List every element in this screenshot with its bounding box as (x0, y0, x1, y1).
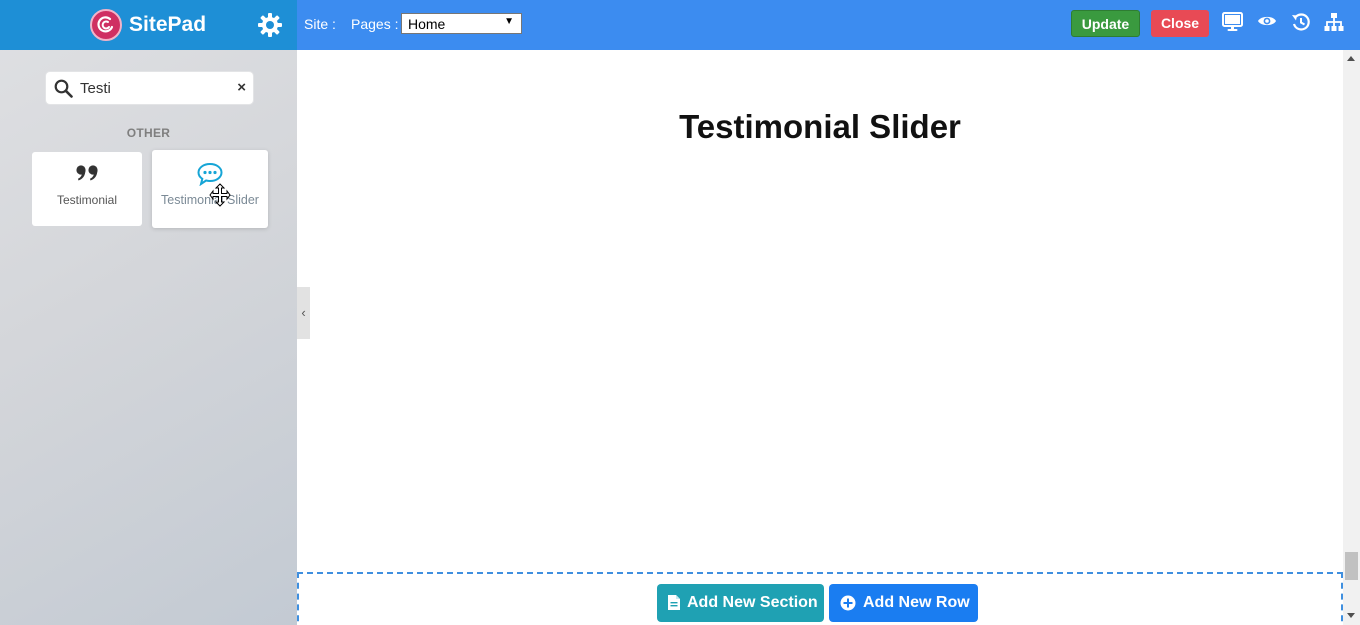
category-label: OTHER (126, 126, 171, 140)
scroll-up-arrow-icon[interactable] (1347, 56, 1355, 61)
desktop-icon[interactable] (1222, 12, 1243, 32)
widget-sidebar: SitePad × (0, 0, 297, 625)
dropdown-arrow-icon: ▼ (504, 16, 514, 27)
site-label: Site : (304, 16, 336, 32)
vertical-scrollbar[interactable] (1343, 50, 1360, 625)
history-icon[interactable] (1291, 12, 1311, 32)
pages-select[interactable]: Home ▼ (401, 13, 522, 34)
sitemap-icon[interactable] (1324, 12, 1344, 32)
document-icon (668, 595, 680, 610)
editor-toolbar: Site : Pages : Home ▼ Update Close (297, 0, 1360, 50)
pages-selected-value: Home (408, 16, 446, 32)
brand-bar: SitePad (0, 0, 297, 50)
eye-icon[interactable] (1257, 14, 1277, 28)
sitepad-logo-icon (90, 9, 122, 41)
page-canvas: Testimonial Slider (297, 50, 1343, 625)
quote-icon (76, 165, 98, 181)
widget-search-input[interactable] (80, 77, 230, 99)
pages-label: Pages : (351, 16, 399, 32)
gear-icon[interactable] (257, 12, 283, 38)
search-icon (54, 79, 73, 98)
widget-search-box: × (46, 72, 253, 104)
scroll-down-arrow-icon[interactable] (1347, 613, 1355, 618)
brand-name: SitePad (129, 13, 207, 36)
add-new-section-button[interactable]: Add New Section (657, 584, 824, 622)
widget-testimonial[interactable]: Testimonial (32, 152, 142, 226)
scrollbar-thumb[interactable] (1345, 552, 1358, 580)
collapse-sidebar-button[interactable]: ‹ (297, 287, 310, 339)
plus-circle-icon (840, 595, 856, 611)
add-new-section-label: Add New Section (687, 594, 818, 611)
testimonial-slider-heading[interactable]: Testimonial Slider (297, 108, 1343, 146)
clear-search-icon[interactable]: × (237, 79, 246, 96)
add-new-row-label: Add New Row (863, 594, 970, 611)
update-button[interactable]: Update (1071, 10, 1140, 37)
add-new-row-button[interactable]: Add New Row (829, 584, 978, 622)
close-button[interactable]: Close (1151, 10, 1209, 37)
widget-label: Testimonial (56, 193, 118, 207)
move-cursor-icon (209, 183, 231, 207)
